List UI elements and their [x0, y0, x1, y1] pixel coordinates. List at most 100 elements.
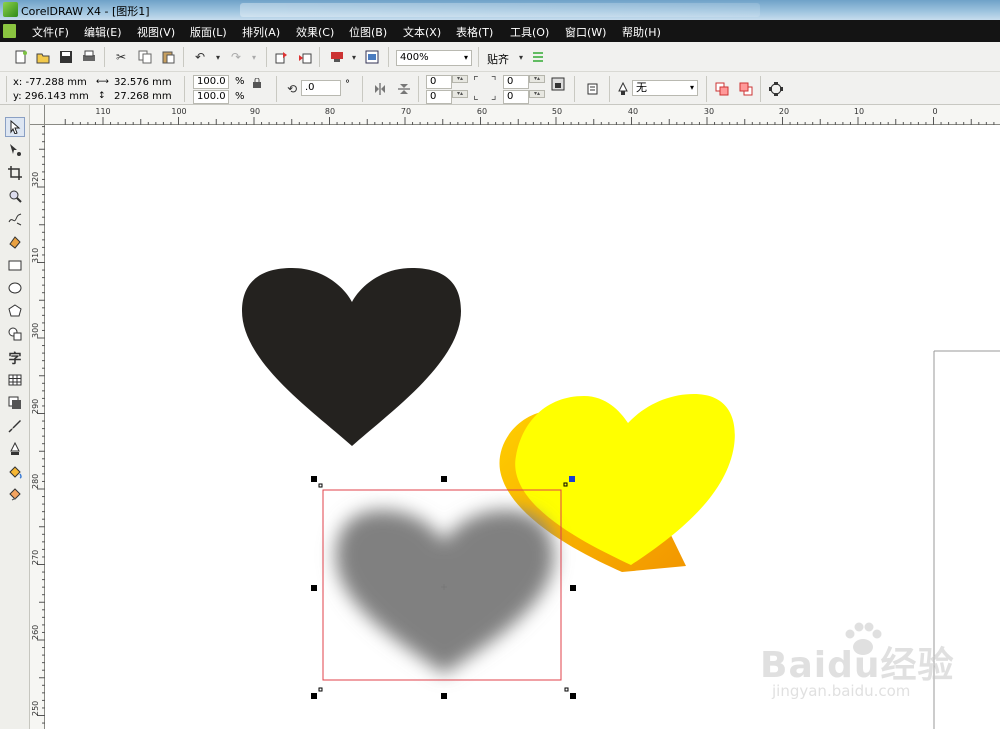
import-icon[interactable] — [273, 48, 291, 66]
outline-width-select[interactable]: 无 ▾ — [632, 80, 698, 96]
ruler-label: 270 — [31, 549, 40, 565]
zoom-level-select[interactable]: 400% ▾ — [396, 50, 472, 66]
selected-node-handle[interactable] — [569, 476, 575, 482]
mirror-horizontal-icon[interactable] — [371, 80, 389, 98]
ruler-label: 110 — [95, 107, 111, 116]
application-launcher-icon[interactable] — [328, 48, 346, 66]
ruler-label: 70 — [400, 107, 412, 116]
menu-text[interactable]: 文本(X) — [403, 24, 441, 40]
menu-window[interactable]: 窗口(W) — [565, 24, 606, 40]
options-icon[interactable] — [529, 48, 547, 66]
to-front-icon[interactable] — [713, 80, 731, 98]
open-icon[interactable] — [34, 48, 52, 66]
paste-icon[interactable] — [159, 48, 177, 66]
redo-dropdown-icon[interactable]: ▾ — [245, 48, 263, 66]
wrap-text-icon[interactable] — [585, 80, 603, 98]
scale-y-field[interactable]: 100.0 — [193, 90, 229, 104]
menu-edit[interactable]: 编辑(E) — [84, 24, 122, 40]
smart-fill-icon[interactable] — [5, 232, 25, 252]
y-position-field[interactable]: y: 296.143 mm — [13, 91, 89, 102]
horizontal-ruler[interactable]: 110 100 90 80 70 60 50 40 30 20 10 0 — [30, 105, 1000, 125]
corner-bottom-right-field[interactable]: 0 — [503, 90, 529, 104]
polygon-tool-icon[interactable] — [5, 301, 25, 321]
eyedropper-tool-icon[interactable] — [5, 416, 25, 436]
undo-dropdown-icon[interactable]: ▾ — [209, 48, 227, 66]
object-height-field[interactable]: 27.268 mm — [114, 91, 172, 102]
ruler-label: 50 — [551, 107, 563, 116]
save-icon[interactable] — [57, 48, 75, 66]
print-icon[interactable] — [80, 48, 98, 66]
ellipse-tool-icon[interactable] — [5, 278, 25, 298]
rectangle-tool-icon[interactable] — [5, 255, 25, 275]
interactive-fill-icon[interactable] — [5, 485, 25, 505]
toolbar-separator — [276, 76, 277, 102]
text-tool-icon[interactable]: 字 — [5, 347, 25, 367]
document-icon[interactable] — [3, 24, 16, 38]
outline-tool-icon[interactable] — [5, 439, 25, 459]
menu-table[interactable]: 表格(T) — [456, 24, 493, 40]
menu-layout[interactable]: 版面(L) — [190, 24, 227, 40]
copy-icon[interactable] — [136, 48, 154, 66]
redo-icon[interactable]: ↷ — [227, 48, 245, 66]
zoom-tool-icon[interactable] — [5, 186, 25, 206]
gray-blurred-heart-shape[interactable] — [336, 510, 554, 674]
menu-bitmaps[interactable]: 位图(B) — [349, 24, 387, 40]
corner-bottom-left-field[interactable]: 0 — [426, 90, 452, 104]
basic-shapes-icon[interactable] — [5, 324, 25, 344]
menu-view[interactable]: 视图(V) — [137, 24, 175, 40]
ruler-label: 90 — [249, 107, 261, 116]
toolbar-separator — [319, 47, 320, 67]
menu-effects[interactable]: 效果(C) — [296, 24, 334, 40]
toolbar-separator — [362, 76, 363, 102]
x-position-field[interactable]: x: -77.288 mm — [13, 77, 87, 88]
launcher-dropdown-icon[interactable]: ▾ — [345, 48, 363, 66]
spin-up-icon[interactable]: ▾▴ — [529, 90, 545, 98]
undo-icon[interactable]: ↶ — [191, 48, 209, 66]
menu-tools[interactable]: 工具(O) — [510, 24, 549, 40]
object-width-field[interactable]: 32.576 mm — [114, 77, 172, 88]
convert-to-curves-icon[interactable] — [767, 80, 785, 98]
ruler-origin[interactable] — [30, 105, 45, 125]
freehand-tool-icon[interactable] — [5, 209, 25, 229]
corner-bracket-icon: ⌞ — [473, 88, 479, 102]
snap-dropdown-icon[interactable]: ▾ — [512, 48, 530, 66]
spin-up-icon[interactable]: ▾▴ — [452, 90, 468, 98]
rotation-angle-field[interactable]: .0 — [301, 80, 341, 96]
new-icon[interactable] — [12, 48, 30, 66]
scale-y-percent: % — [235, 91, 245, 102]
crop-tool-icon[interactable] — [5, 163, 25, 183]
corner-top-left-field[interactable]: 0 — [426, 75, 452, 89]
lock-ratio-icon[interactable] — [250, 76, 264, 90]
menu-help[interactable]: 帮助(H) — [622, 24, 661, 40]
spin-up-icon[interactable]: ▾▴ — [452, 75, 468, 83]
menu-file[interactable]: 文件(F) — [32, 24, 69, 40]
table-tool-icon[interactable] — [5, 370, 25, 390]
corner-top-right-field[interactable]: 0 — [503, 75, 529, 89]
toolbar-separator — [706, 76, 707, 102]
fill-tool-icon[interactable] — [5, 462, 25, 482]
snap-to-button[interactable]: 贴齐 — [487, 51, 509, 67]
shape-tool-icon[interactable] — [5, 140, 25, 160]
to-back-icon[interactable] — [737, 80, 755, 98]
welcome-screen-icon[interactable] — [363, 48, 381, 66]
ruler-label: 320 — [31, 171, 40, 187]
toolbar-grip — [6, 76, 7, 102]
interactive-tool-icon[interactable] — [5, 393, 25, 413]
ruler-label: 260 — [31, 624, 40, 640]
scale-x-field[interactable]: 100.0 — [193, 75, 229, 89]
vertical-ruler[interactable]: 320 310 300 290 280 270 260 250 — [30, 125, 45, 729]
mirror-vertical-icon[interactable] — [395, 80, 413, 98]
black-heart-shape[interactable] — [242, 268, 461, 446]
chevron-down-icon: ▾ — [689, 83, 694, 92]
spin-up-icon[interactable]: ▾▴ — [529, 75, 545, 83]
rotate-icon: ⟲ — [286, 82, 298, 96]
export-icon[interactable] — [296, 48, 314, 66]
round-corners-lock-icon[interactable] — [549, 75, 567, 93]
menu-arrange[interactable]: 排列(A) — [242, 24, 280, 40]
title-bar: CorelDRAW X4 - [图形1] — [0, 0, 1000, 20]
toolbar-separator — [760, 76, 761, 102]
window-title: CorelDRAW X4 - [图形1] — [21, 5, 150, 18]
cut-icon[interactable]: ✂ — [112, 48, 130, 66]
baidu-watermark-logo: Baidu经验 jingyan.baidu.com — [760, 620, 990, 710]
pick-tool-icon[interactable] — [5, 117, 25, 137]
